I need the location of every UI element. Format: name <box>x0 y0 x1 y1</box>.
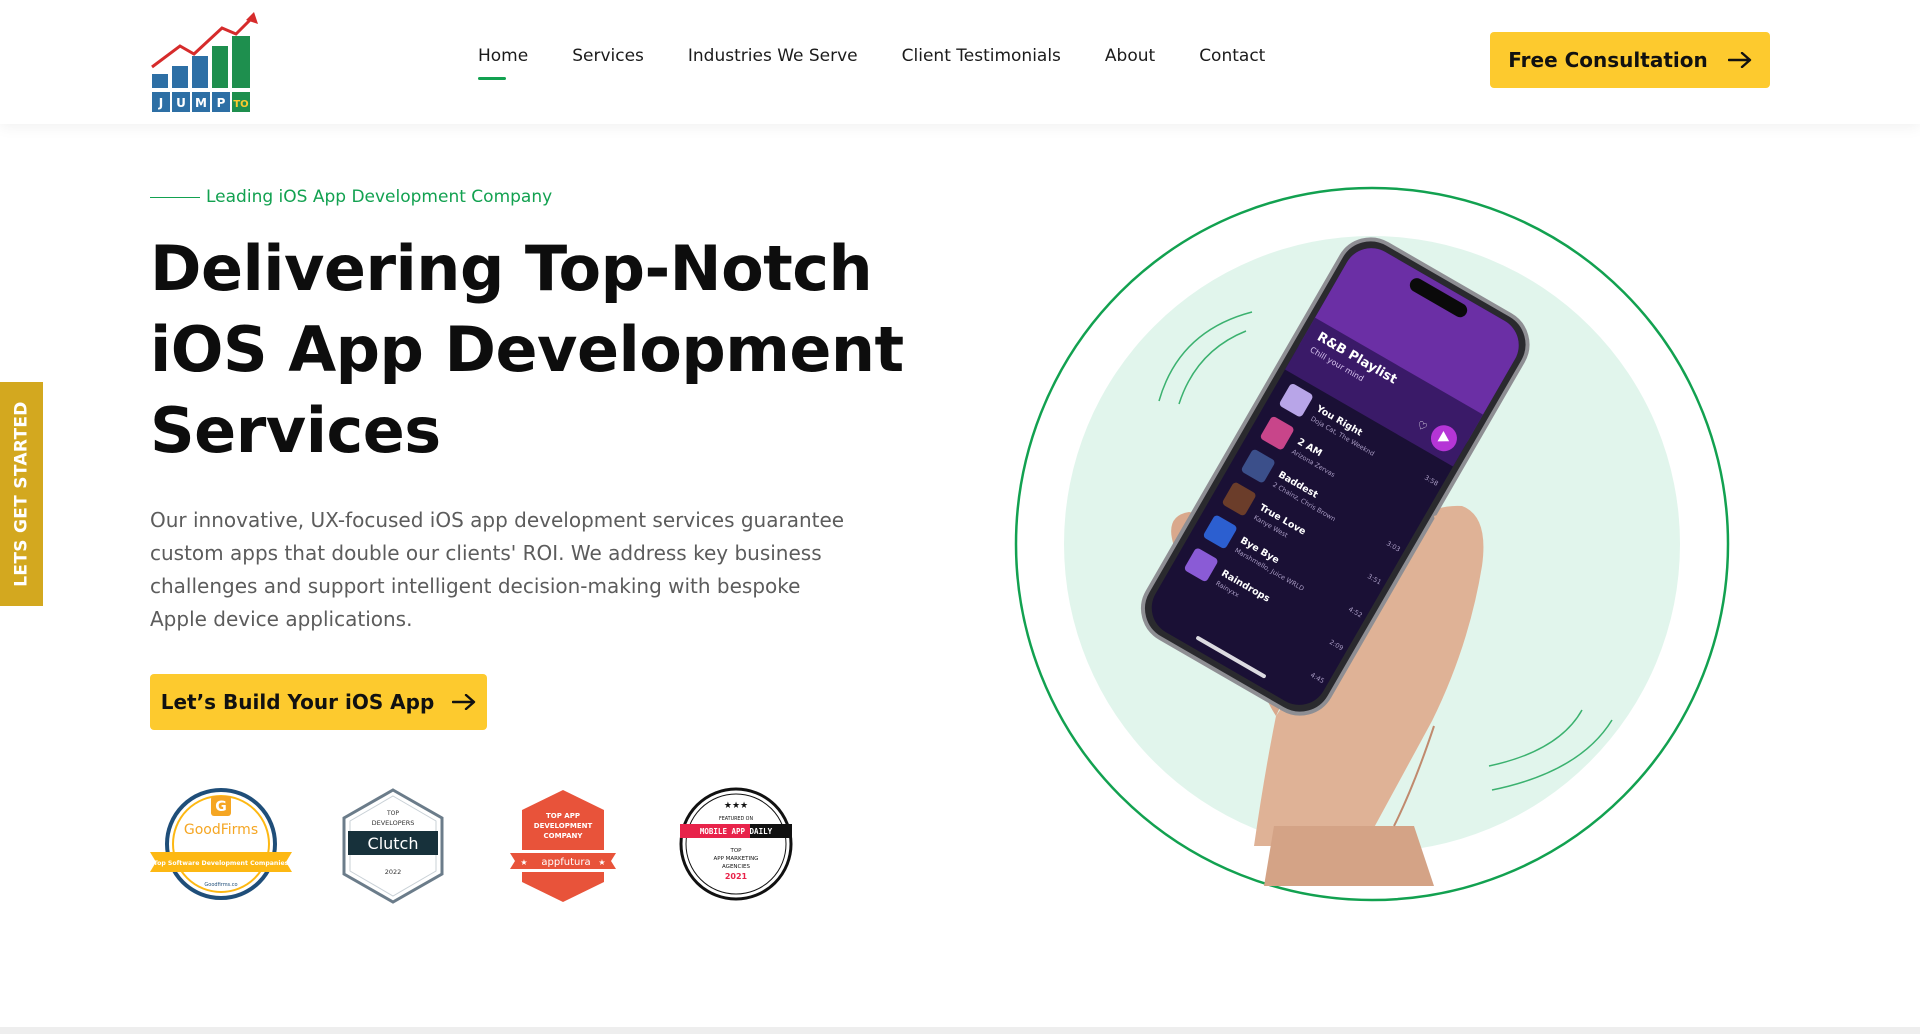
nav-client-testimonials[interactable]: Client Testimonials <box>902 46 1061 66</box>
svg-text:G: G <box>215 799 227 815</box>
logo-bars <box>152 36 250 88</box>
free-consultation-label: Free Consultation <box>1508 48 1708 72</box>
eyebrow-line <box>150 196 200 198</box>
appfutura-line3: COMPANY <box>544 832 584 840</box>
main-nav: Home Services Industries We Serve Client… <box>478 46 1265 80</box>
hero-title-line-2: iOS App Development <box>150 313 904 386</box>
build-ios-app-label: Let’s Build Your iOS App <box>160 690 435 714</box>
free-consultation-button[interactable]: Free Consultation <box>1490 32 1770 88</box>
site-header: J U M P TO Home Services Industries We S… <box>0 0 1920 124</box>
goodfirms-url: Goodfirms.co <box>204 882 237 888</box>
logo-letter-to: TO <box>233 99 248 110</box>
goodfirms-badge[interactable]: G GoodFirms Top Software Development Com… <box>148 786 298 906</box>
mad-year: 2021 <box>725 872 748 881</box>
clutch-year: 2022 <box>385 868 402 876</box>
nav-about[interactable]: About <box>1105 46 1155 66</box>
eyebrow-text: Leading iOS App Development Company <box>206 187 553 207</box>
arrow-right-icon <box>1727 52 1751 68</box>
star-icon: ★ <box>598 858 605 867</box>
lets-get-started-label: LETS GET STARTED <box>11 401 32 587</box>
appfutura-badge[interactable]: TOP APP DEVELOPMENT COMPANY appfutura ★ … <box>488 786 638 906</box>
jumpto-logo[interactable]: J U M P TO <box>150 12 270 116</box>
hero-title: Delivering Top-Notch iOS App Development… <box>150 228 910 471</box>
clutch-top: TOP <box>386 810 399 817</box>
nav-industries[interactable]: Industries We Serve <box>688 46 858 66</box>
section-divider <box>0 1027 1920 1034</box>
mad-line1: TOP <box>729 848 742 854</box>
mad-featured: FEATURED ON <box>719 816 753 822</box>
lets-get-started-tab[interactable]: LETS GET STARTED <box>0 382 43 606</box>
arrow-right-icon <box>452 694 476 710</box>
mad-name: MOBILE APP DAILY <box>700 827 773 836</box>
logo-letter-u: U <box>176 96 186 110</box>
clutch-sub: DEVELOPERS <box>372 819 415 827</box>
award-badges: G GoodFirms Top Software Development Com… <box>148 786 828 906</box>
appfutura-name: appfutura <box>541 857 590 868</box>
hero-phone-illustration: R&B Playlist Chill your mind ♡ You Right… <box>1014 186 1730 902</box>
clutch-name: Clutch <box>368 834 419 853</box>
logo-letter-j: J <box>158 96 163 110</box>
logo-letter-p: P <box>217 96 226 110</box>
appfutura-line2: DEVELOPMENT <box>534 822 593 830</box>
logo-letter-m: M <box>195 96 207 110</box>
stars-icon: ★★★ <box>724 801 748 811</box>
build-ios-app-button[interactable]: Let’s Build Your iOS App <box>150 674 487 730</box>
hero-title-line-3: Services <box>150 394 441 467</box>
mobile-app-daily-badge[interactable]: ★★★ FEATURED ON MOBILE APP DAILY TOP APP… <box>658 786 808 906</box>
mad-line3: AGENCIES <box>722 864 750 870</box>
mad-line2: APP MARKETING <box>714 856 759 862</box>
nav-home[interactable]: Home <box>478 46 528 80</box>
nav-services[interactable]: Services <box>572 46 644 66</box>
hero-title-line-1: Delivering Top-Notch <box>150 232 873 305</box>
goodfirms-ribbon-text: Top Software Development Companies <box>154 860 289 867</box>
goodfirms-name: GoodFirms <box>184 822 258 838</box>
nav-contact[interactable]: Contact <box>1199 46 1265 66</box>
star-icon: ★ <box>520 858 527 867</box>
hero-eyebrow: Leading iOS App Development Company <box>150 187 552 207</box>
appfutura-line1: TOP APP <box>546 812 580 820</box>
clutch-badge[interactable]: TOP DEVELOPERS Clutch 2022 <box>318 786 468 906</box>
hero-description: Our innovative, UX-focused iOS app devel… <box>150 508 845 631</box>
